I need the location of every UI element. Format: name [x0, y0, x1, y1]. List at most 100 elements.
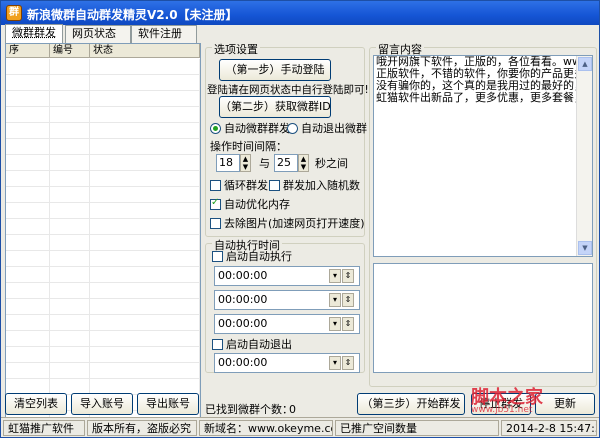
title-bar[interactable]: 群 新浪微群自动群发精灵V2.0【未注册】 — [1, 1, 599, 25]
table-row[interactable] — [6, 123, 200, 139]
interval-max-input[interactable]: 25 — [274, 154, 298, 172]
message-textarea[interactable]: 哦开网旗下软件，正版的，各位看看。www.okeyme正版软件，不错的软件，你要… — [373, 55, 593, 257]
auto-start-label[interactable]: 启动自动执行 — [226, 250, 292, 263]
radio-auto-send[interactable] — [210, 123, 221, 134]
table-row[interactable] — [6, 139, 200, 155]
col-header-index[interactable]: 序 — [6, 44, 50, 58]
auto-quit-time[interactable]: 00:00:00 ▾ ⇕ — [214, 353, 360, 373]
table-row[interactable] — [6, 363, 200, 379]
table-cell — [50, 251, 90, 267]
clear-list-button[interactable]: 清空列表 — [5, 393, 67, 415]
table-row[interactable] — [6, 75, 200, 91]
table-cell — [6, 235, 50, 251]
table-row[interactable] — [6, 331, 200, 347]
table-row[interactable] — [6, 219, 200, 235]
message-line: 虹猫软件出新品了，更多优惠，更多套餐，请您： — [376, 91, 592, 104]
table-cell — [6, 347, 50, 363]
table-row[interactable] — [6, 171, 200, 187]
table-cell — [6, 267, 50, 283]
scroll-down-icon[interactable]: ▼ — [578, 241, 592, 255]
auto-start-checkbox[interactable] — [212, 251, 223, 262]
table-row[interactable] — [6, 267, 200, 283]
col-header-id[interactable]: 编号 — [50, 44, 90, 58]
interval-min-spinner[interactable]: ▲ ▼ — [240, 154, 251, 172]
log-textarea[interactable] — [373, 263, 593, 373]
spin-icon[interactable]: ⇕ — [342, 317, 354, 331]
table-row[interactable] — [6, 203, 200, 219]
message-scrollbar[interactable]: ▲ ▼ — [576, 56, 592, 256]
interval-label: 操作时间间隔： — [210, 140, 287, 153]
interval-max-spinner[interactable]: ▲ ▼ — [298, 154, 309, 172]
interval-min-input[interactable]: 18 — [216, 154, 240, 172]
auto-memory-checkbox[interactable] — [210, 197, 221, 210]
tab-web-status[interactable]: 网页状态 — [65, 25, 131, 43]
step1-manual-login-button[interactable]: （第一步）手动登陆 — [219, 59, 331, 81]
table-cell — [50, 283, 90, 299]
table-row[interactable] — [6, 251, 200, 267]
table-cell — [90, 59, 200, 75]
table-cell — [90, 187, 200, 203]
table-cell — [90, 203, 200, 219]
table-row[interactable] — [6, 107, 200, 123]
radio-auto-send-label[interactable]: 自动微群群发 — [224, 122, 290, 135]
table-row[interactable] — [6, 283, 200, 299]
table-row[interactable] — [6, 91, 200, 107]
time-value: 00:00:00 — [218, 293, 268, 306]
update-button[interactable]: 更新 — [535, 393, 595, 415]
table-cell — [90, 251, 200, 267]
import-accounts-button[interactable]: 导入账号 — [71, 393, 133, 415]
auto-quit-label[interactable]: 启动自动退出 — [226, 338, 292, 351]
loop-send-label[interactable]: 循环群发 — [224, 179, 268, 192]
dropdown-icon[interactable]: ▾ — [329, 317, 341, 331]
random-num-label[interactable]: 群发加入随机数 — [283, 179, 360, 192]
dropdown-icon[interactable]: ▾ — [329, 356, 341, 370]
auto-start-time-2[interactable]: 00:00:00 ▾ ⇕ — [214, 290, 360, 310]
table-row[interactable] — [6, 347, 200, 363]
table-cell — [6, 59, 50, 75]
remove-images-checkbox[interactable] — [210, 218, 221, 229]
auto-memory-label[interactable]: 自动优化内存 — [224, 198, 290, 211]
time-value: 00:00:00 — [218, 317, 268, 330]
step3-start-send-button[interactable]: （第三步）开始群发 — [357, 393, 465, 415]
table-row[interactable] — [6, 155, 200, 171]
dropdown-icon[interactable]: ▾ — [329, 293, 341, 307]
radio-auto-quit[interactable] — [287, 123, 298, 134]
auto-start-time-3[interactable]: 00:00:00 ▾ ⇕ — [214, 314, 360, 334]
table-cell — [90, 171, 200, 187]
app-icon: 群 — [6, 5, 22, 21]
table-cell — [6, 251, 50, 267]
tab-group-send[interactable]: 微群群发 — [5, 24, 63, 43]
options-group-label: 选项设置 — [212, 41, 260, 57]
auto-quit-checkbox[interactable] — [212, 339, 223, 350]
step2-get-group-id-button[interactable]: （第二步）获取微群ID — [219, 96, 331, 118]
random-num-checkbox[interactable] — [269, 180, 280, 191]
table-cell — [6, 203, 50, 219]
table-row[interactable] — [6, 187, 200, 203]
time-value: 00:00:00 — [218, 356, 268, 369]
table-row[interactable] — [6, 299, 200, 315]
spin-icon[interactable]: ⇕ — [342, 269, 354, 283]
col-header-status[interactable]: 状态 — [90, 44, 200, 58]
table-cell — [90, 267, 200, 283]
table-cell — [90, 107, 200, 123]
account-list-grid[interactable]: 序 编号 状态 — [5, 43, 201, 427]
spin-icon[interactable]: ⇕ — [342, 293, 354, 307]
table-row[interactable] — [6, 59, 200, 75]
spin-icon[interactable]: ⇕ — [342, 356, 354, 370]
table-cell — [50, 107, 90, 123]
table-cell — [50, 123, 90, 139]
table-row[interactable] — [6, 315, 200, 331]
scroll-up-icon[interactable]: ▲ — [578, 57, 592, 71]
interval-and-label: 与 — [259, 157, 270, 170]
dropdown-icon[interactable]: ▾ — [329, 269, 341, 283]
table-row[interactable] — [6, 235, 200, 251]
remove-images-label[interactable]: 去除图片(加速网页打开速度) — [224, 217, 365, 230]
auto-start-time-1[interactable]: 00:00:00 ▾ ⇕ — [214, 266, 360, 286]
radio-auto-quit-label[interactable]: 自动退出微群 — [301, 122, 367, 135]
status-cell-domain: 新域名：www.okeyme.com — [199, 420, 333, 436]
tab-software-register[interactable]: 软件注册 — [131, 25, 197, 43]
export-accounts-button[interactable]: 导出账号 — [137, 393, 199, 415]
table-cell — [6, 219, 50, 235]
loop-send-checkbox[interactable] — [210, 180, 221, 191]
watermark-url: www.jb51.net — [471, 405, 533, 415]
